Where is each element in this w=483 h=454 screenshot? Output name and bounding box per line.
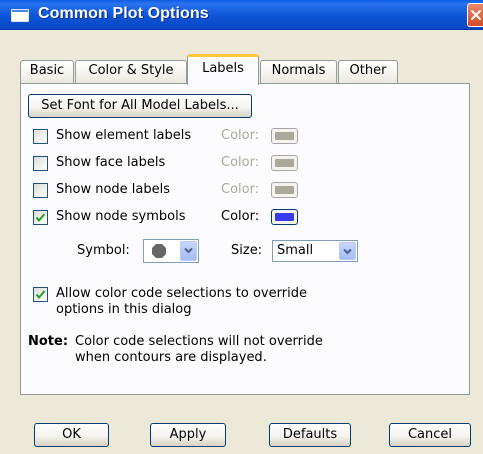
symbol-label: Symbol: — [77, 243, 130, 258]
chevron-down-icon — [343, 248, 352, 255]
show-element-labels-checkbox[interactable] — [33, 129, 48, 144]
close-button[interactable] — [467, 3, 483, 27]
node-symbols-color-swatch[interactable] — [271, 209, 298, 225]
title-bar[interactable]: Common Plot Options — [0, 0, 483, 30]
option-row-node-labels: Show node labels Color: — [33, 182, 463, 202]
tab-labels[interactable]: Labels — [187, 54, 259, 85]
note-block: Note: Color code selections will not ove… — [28, 334, 458, 370]
size-dropdown[interactable]: Small — [272, 240, 358, 262]
face-labels-color-swatch[interactable] — [271, 155, 298, 171]
close-icon — [471, 10, 481, 20]
cancel-button[interactable]: Cancel — [389, 423, 471, 447]
show-face-labels-label: Show face labels — [56, 155, 166, 170]
size-label: Size: — [231, 243, 263, 258]
option-row-node-symbols: Show node symbols Color: — [33, 209, 463, 229]
chevron-down-icon — [184, 247, 193, 254]
node-symbols-color-label: Color: — [221, 209, 260, 224]
ok-button[interactable]: OK — [34, 423, 109, 447]
option-row-element-labels: Show element labels Color: — [33, 128, 463, 148]
element-labels-color-swatch[interactable] — [271, 128, 298, 144]
node-labels-color-label: Color: — [221, 182, 260, 197]
node-labels-color-swatch[interactable] — [271, 182, 298, 198]
checkmark-icon — [35, 213, 46, 223]
show-node-symbols-checkbox[interactable] — [33, 210, 48, 225]
window-icon — [11, 9, 29, 22]
show-element-labels-label: Show element labels — [56, 128, 192, 143]
symbol-dropdown[interactable] — [143, 239, 199, 263]
filled-circle-icon — [152, 244, 166, 258]
symbol-dropdown-arrow[interactable] — [180, 241, 197, 261]
allow-override-checkbox[interactable] — [33, 287, 48, 302]
symbol-size-row: Symbol: Size: Small — [33, 239, 463, 265]
face-labels-color-label: Color: — [221, 155, 260, 170]
tab-normals[interactable]: Normals — [260, 60, 337, 84]
show-face-labels-checkbox[interactable] — [33, 156, 48, 171]
tab-color-style[interactable]: Color & Style — [75, 60, 187, 84]
show-node-labels-label: Show node labels — [56, 182, 170, 197]
allow-override-row: Allow color code selections to override … — [33, 286, 463, 322]
element-labels-color-label: Color: — [221, 128, 260, 143]
show-node-labels-checkbox[interactable] — [33, 183, 48, 198]
note-label: Note: — [28, 334, 69, 349]
tab-basic[interactable]: Basic — [20, 60, 74, 84]
labels-tab-panel: Set Font for All Model Labels... Show el… — [20, 83, 470, 395]
note-line2: when contours are displayed. — [75, 350, 267, 365]
window-title: Common Plot Options — [38, 5, 209, 22]
set-font-button[interactable]: Set Font for All Model Labels... — [28, 94, 252, 118]
size-dropdown-arrow[interactable] — [339, 242, 356, 260]
defaults-button[interactable]: Defaults — [269, 423, 351, 447]
show-node-symbols-label: Show node symbols — [56, 209, 186, 224]
allow-override-label-line2: options in this dialog — [56, 302, 192, 317]
allow-override-label-line1: Allow color code selections to override — [56, 286, 307, 301]
option-row-face-labels: Show face labels Color: — [33, 155, 463, 175]
checkmark-icon — [35, 290, 46, 300]
dialog-window: Common Plot Options Basic Color & Style … — [0, 0, 483, 454]
tab-other[interactable]: Other — [338, 60, 398, 84]
apply-button[interactable]: Apply — [150, 423, 226, 447]
size-value: Small — [277, 243, 314, 258]
note-line1: Color code selections will not override — [75, 334, 323, 349]
